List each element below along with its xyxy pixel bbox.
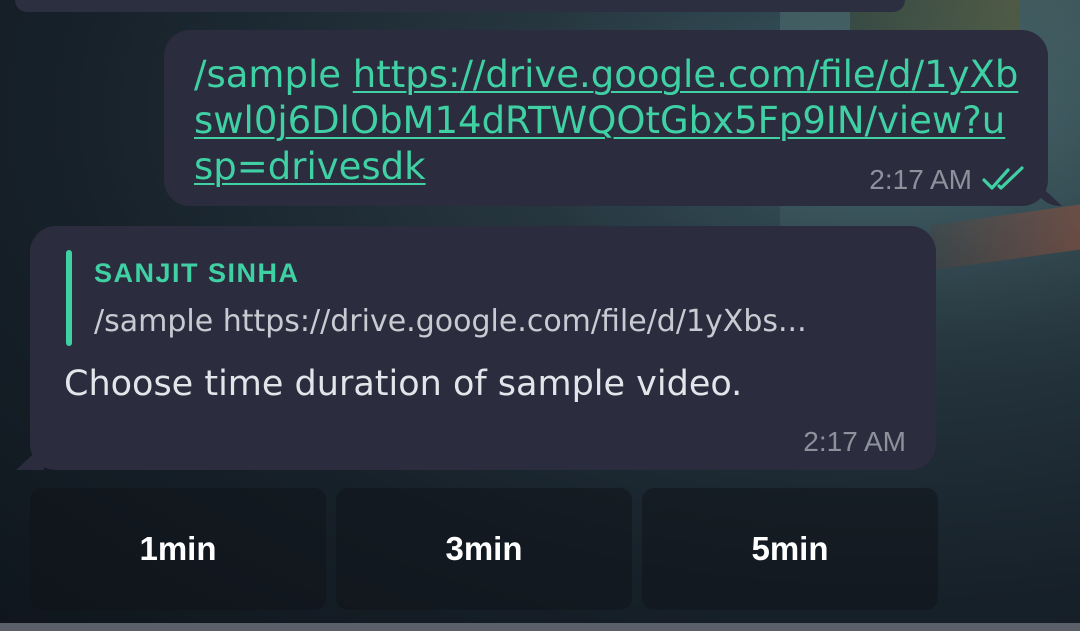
inline-keyboard: 1min 3min 5min — [0, 488, 1080, 610]
reply-indicator — [66, 250, 72, 346]
outgoing-message-bubble[interactable]: /sample https://drive.google.com/file/d/… — [164, 30, 1048, 206]
input-area-edge — [0, 623, 1080, 631]
duration-button-5min[interactable]: 5min — [642, 488, 938, 610]
duration-button-3min[interactable]: 3min — [336, 488, 632, 610]
command-text: /sample — [194, 53, 341, 96]
message-time: 2:17 AM — [869, 164, 972, 195]
message-text: Choose time duration of sample video. — [64, 364, 743, 404]
duration-button-1min[interactable]: 1min — [30, 488, 326, 610]
previous-message-bubble[interactable] — [15, 0, 905, 12]
reply-author[interactable]: SANJIT SINHA — [94, 258, 300, 289]
reply-preview[interactable]: /sample https://drive.google.com/file/d/… — [94, 304, 807, 339]
incoming-message-bubble[interactable]: SANJIT SINHA /sample https://drive.googl… — [30, 226, 936, 470]
double-check-icon — [982, 166, 1024, 190]
message-time: 2:17 AM — [803, 426, 906, 457]
